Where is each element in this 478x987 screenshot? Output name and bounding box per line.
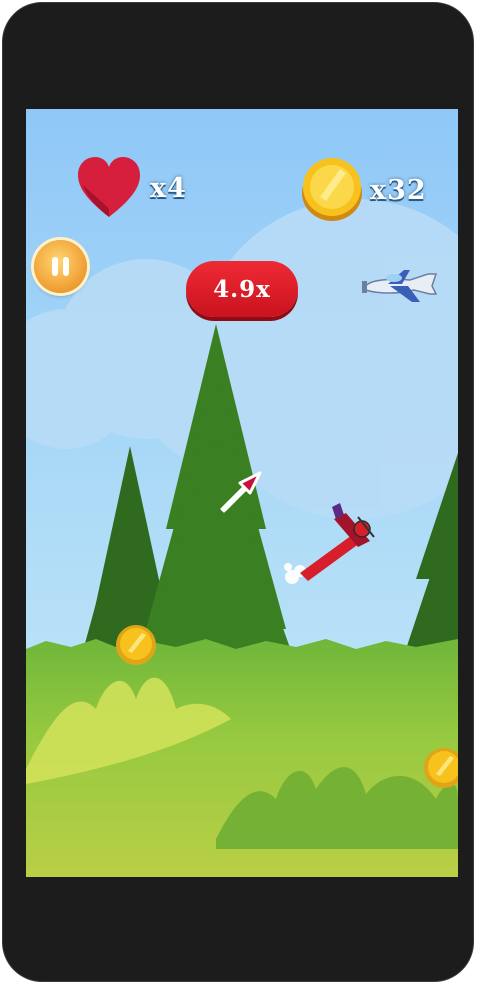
- player-plane[interactable]: [282, 497, 382, 589]
- coins-count: x32: [370, 175, 427, 206]
- pause-button[interactable]: [34, 240, 87, 293]
- direction-arrow-icon: [220, 471, 262, 513]
- coin-icon: [302, 158, 362, 221]
- lives-count: x4: [150, 173, 187, 204]
- phone-frame: x4 x32 4.9x: [2, 2, 474, 982]
- game-screen[interactable]: x4 x32 4.9x: [26, 109, 458, 877]
- coin-pickup: [424, 748, 458, 788]
- coin-pickup: [116, 625, 156, 665]
- enemy-plane: [362, 270, 438, 302]
- pause-icon: [34, 240, 87, 293]
- heart-icon: [78, 157, 140, 217]
- multiplier-badge: 4.9x: [186, 261, 298, 317]
